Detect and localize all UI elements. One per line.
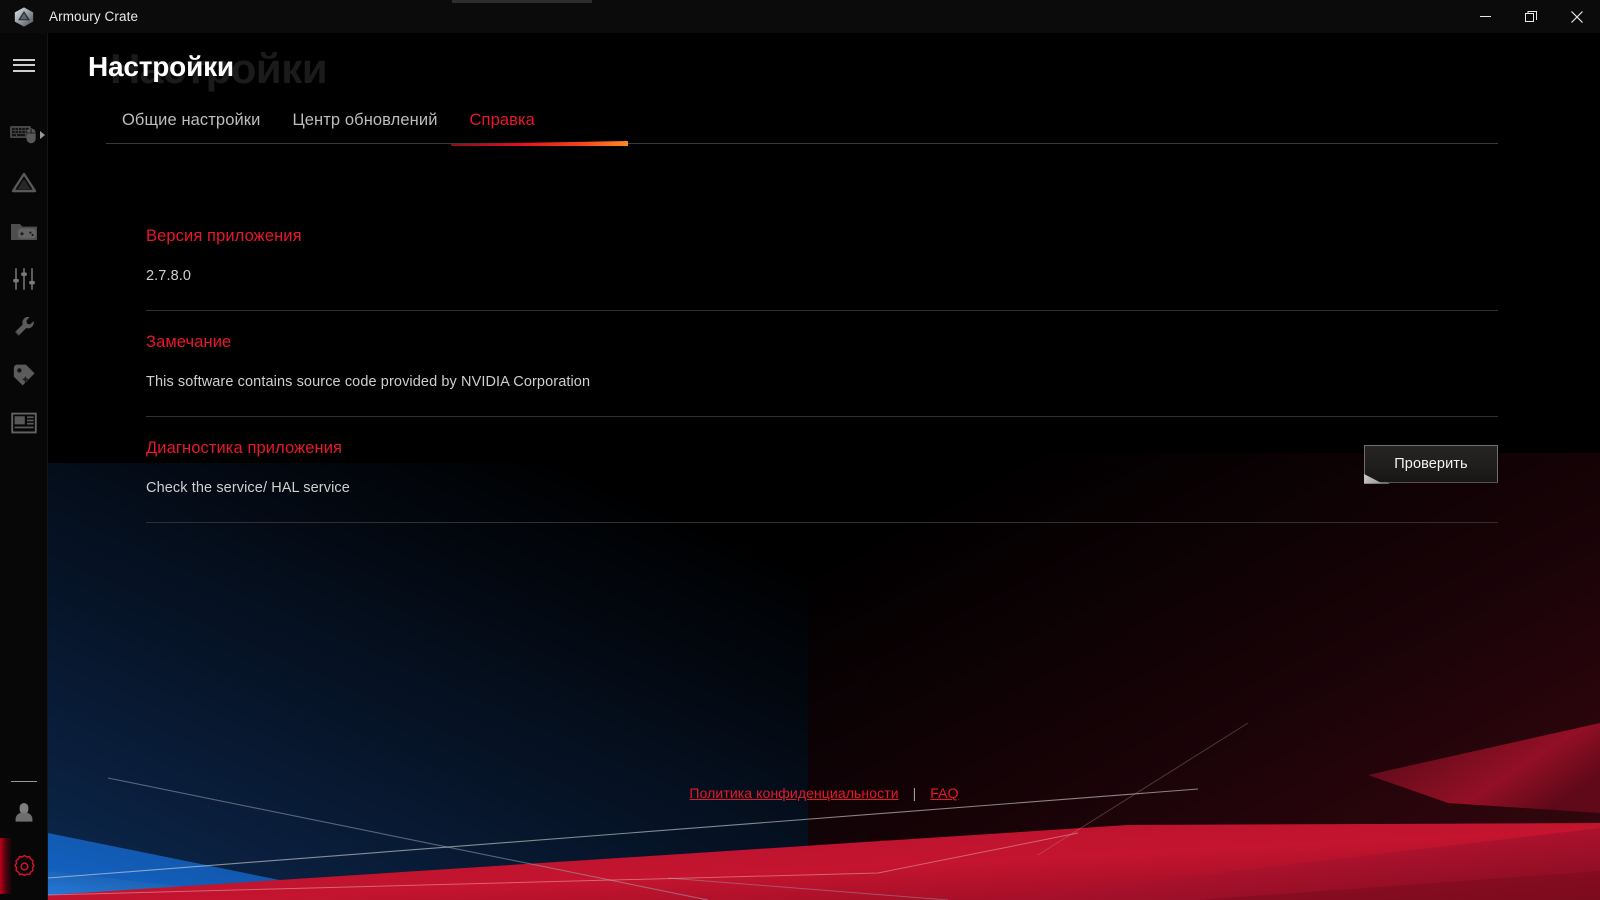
sidebar-item-tools[interactable]	[0, 303, 48, 351]
footer-separator: |	[912, 785, 917, 801]
expand-arrow-icon	[40, 131, 45, 139]
news-window-icon	[11, 412, 37, 434]
keyboard-mouse-device-icon	[10, 126, 36, 144]
sidebar-item-aura-sync[interactable]	[0, 159, 48, 207]
privacy-policy-link[interactable]: Политика конфиденциальности	[689, 785, 898, 801]
app-title: Armoury Crate	[49, 9, 139, 24]
armoury-crate-hexagon-logo-icon	[0, 0, 48, 33]
page-title: Настройки	[88, 51, 234, 82]
settings-sections: Версия приложения 2.7.8.0 Замечание This…	[146, 205, 1498, 523]
left-navigation-sidebar	[0, 33, 48, 900]
game-library-folder-icon	[11, 224, 37, 240]
section-value: Check the service/ HAL service	[146, 479, 350, 496]
user-account-icon	[15, 803, 33, 822]
tab-general-settings[interactable]: Общие настройки	[106, 111, 276, 144]
section-value: 2.7.8.0	[146, 268, 192, 284]
section-title: Версия приложения	[146, 227, 302, 245]
sidebar-item-device[interactable]	[0, 111, 48, 159]
section-divider	[146, 521, 1498, 523]
sidebar-item-settings[interactable]	[0, 838, 48, 894]
restore-button[interactable]	[1508, 0, 1554, 33]
sidebar-divider	[11, 781, 37, 782]
footer-links: Политика конфиденциальности | FAQ	[48, 785, 1600, 801]
section-value: This software contains source code provi…	[146, 373, 591, 390]
minimize-button[interactable]	[1462, 0, 1508, 33]
scenario-profiles-sliders-icon	[13, 268, 35, 290]
tab-update-center[interactable]: Центр обновлений	[276, 111, 453, 144]
hamburger-menu-button[interactable]	[0, 41, 48, 89]
tab-bar: Общие настройки Центр обновлений Справка	[106, 111, 551, 144]
tab-help[interactable]: Справка	[454, 111, 551, 144]
settings-gear-icon	[13, 854, 35, 876]
section-title: Диагностика приложения	[146, 438, 343, 457]
sidebar-item-user-account[interactable]	[0, 788, 48, 836]
sidebar-bottom-group	[0, 781, 48, 894]
section-app-version: Версия приложения 2.7.8.0	[146, 205, 1498, 311]
close-icon	[1571, 10, 1583, 23]
titlebar-accent-strip	[452, 0, 592, 3]
check-button[interactable]: Проверить	[1364, 444, 1498, 483]
check-button-wrap: Проверить	[1364, 444, 1498, 484]
sidebar-item-scenario-profiles[interactable]	[0, 255, 48, 303]
sidebar-item-featured-deals[interactable]	[0, 351, 48, 399]
tab-bar-rule	[106, 143, 1498, 144]
window-controls	[1462, 0, 1600, 33]
title-bar: Armoury Crate	[0, 0, 1600, 33]
section-title: Замечание	[146, 332, 232, 351]
tools-wrench-icon	[14, 316, 34, 336]
sidebar-item-game-library[interactable]	[0, 207, 48, 255]
aura-sync-triangle-icon	[11, 172, 37, 193]
section-app-diagnostics: Диагностика приложения Check the service…	[146, 417, 1498, 523]
close-button[interactable]	[1554, 0, 1600, 33]
restore-icon	[1525, 10, 1537, 22]
minimize-icon	[1479, 16, 1491, 17]
hamburger-menu-icon	[13, 55, 35, 75]
faq-link[interactable]: FAQ	[930, 785, 958, 801]
section-notice: Замечание This software contains source …	[146, 311, 1498, 417]
sidebar-item-news[interactable]	[0, 399, 48, 447]
featured-deals-tag-icon	[13, 364, 35, 386]
